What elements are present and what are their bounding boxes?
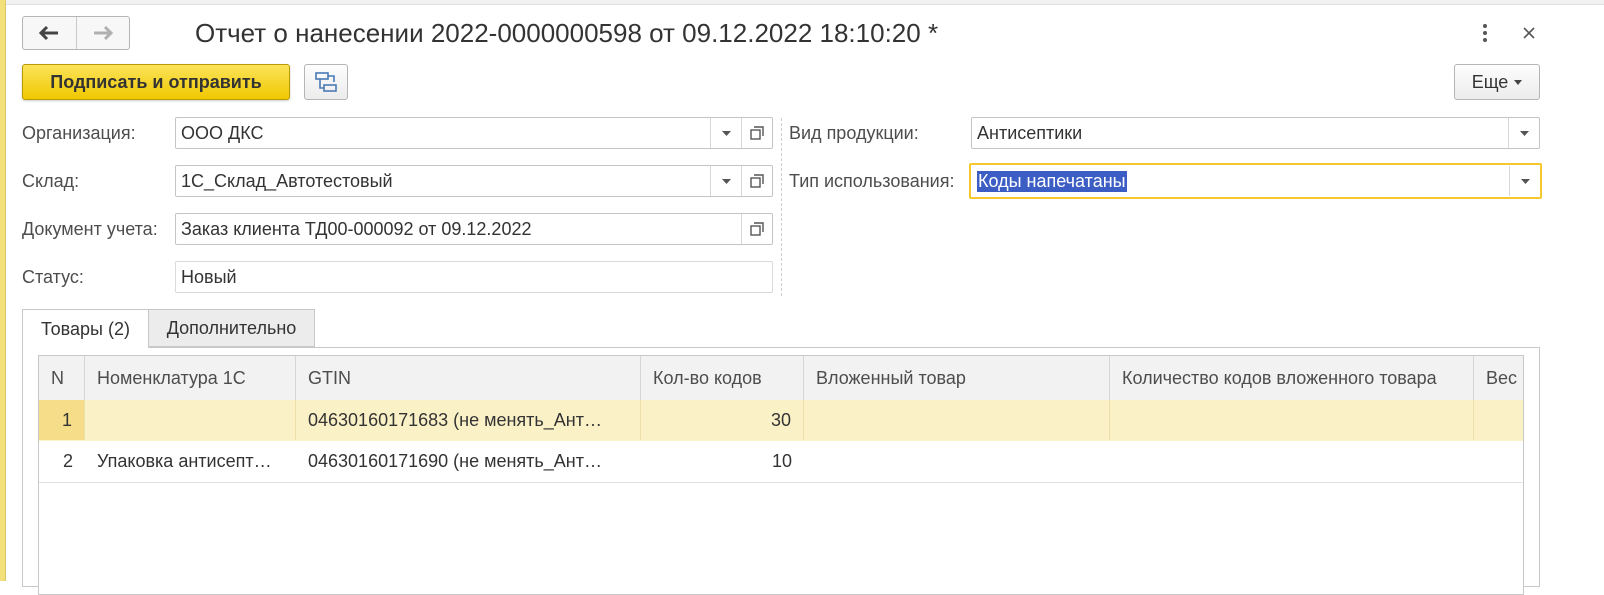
row-number: 2 — [62, 450, 73, 471]
table-row[interactable]: 2 Упаковка антисепт… 04630160171690 (не … — [39, 441, 1523, 483]
open-icon[interactable] — [741, 214, 772, 244]
open-icon[interactable] — [741, 118, 772, 148]
usage-type-field[interactable]: Коды напечатаны — [969, 163, 1542, 199]
nav-buttons — [22, 16, 130, 50]
document-value: Заказ клиента ТД00-000092 от 09.12.2022 — [181, 218, 532, 239]
warehouse-value: 1С_Склад_Автотестовый — [181, 170, 393, 191]
nomenclature-cell[interactable]: Упаковка антисепт… — [85, 441, 296, 481]
nomenclature-cell[interactable] — [85, 400, 296, 440]
back-button[interactable] — [23, 17, 76, 49]
nested-product-cell[interactable] — [804, 441, 1110, 481]
product-type-label: Вид продукции: — [789, 123, 919, 143]
usage-type-value: Коды напечатаны — [977, 170, 1127, 192]
product-type-field[interactable]: Антисептики — [971, 117, 1540, 149]
weight-cell[interactable] — [1474, 441, 1524, 481]
dropdown-icon[interactable] — [710, 118, 741, 148]
warehouse-field[interactable]: 1С_Склад_Автотестовый — [175, 165, 773, 197]
more-button[interactable]: Еще — [1454, 64, 1540, 100]
usage-type-value-wrap: Коды напечатаны — [971, 170, 1509, 192]
nested-codes-cell[interactable] — [1110, 441, 1474, 481]
document-label: Документ учета: — [22, 219, 158, 239]
table-row[interactable]: 1 04630160171683 (не менять_Ант… 30 — [39, 400, 1523, 441]
dropdown-icon[interactable] — [1509, 166, 1540, 196]
organization-field[interactable]: ООО ДКС — [175, 117, 773, 149]
top-strip — [6, 0, 1604, 5]
usage-type-label: Тип использования: — [789, 171, 955, 191]
forward-button[interactable] — [75, 17, 130, 49]
dropdown-icon[interactable] — [1508, 118, 1539, 148]
table-header: N Номенклатура 1С GTIN Кол-во кодов Влож… — [39, 356, 1523, 401]
structure-button[interactable] — [304, 64, 348, 100]
more-options-icon[interactable] — [1474, 20, 1496, 46]
codes-count-cell[interactable]: 30 — [641, 400, 804, 440]
open-icon[interactable] — [741, 166, 772, 196]
more-button-label: Еще — [1471, 71, 1509, 92]
gtin-cell[interactable]: 04630160171683 (не менять_Ант… — [296, 400, 641, 440]
product-type-value: Антисептики — [977, 122, 1083, 143]
column-header[interactable]: GTIN — [296, 356, 641, 400]
goods-table: N Номенклатура 1С GTIN Кол-во кодов Влож… — [38, 355, 1524, 595]
dropdown-icon[interactable] — [710, 166, 741, 196]
column-header[interactable]: Вес — [1474, 356, 1524, 400]
row-number: 1 — [39, 400, 85, 440]
close-icon[interactable] — [1518, 20, 1540, 46]
organization-label: Организация: — [22, 123, 136, 143]
codes-count-cell[interactable]: 10 — [641, 441, 804, 481]
arrow-right-icon — [93, 25, 113, 41]
sign-and-send-button[interactable]: Подписать и отправить — [22, 64, 290, 100]
chevron-down-icon — [1514, 79, 1523, 85]
tab-goods[interactable]: Товары (2) — [22, 309, 149, 348]
structure-icon — [315, 72, 337, 92]
window-frame-line — [5, 0, 6, 581]
weight-cell[interactable] — [1474, 400, 1524, 440]
column-header[interactable]: Кол-во кодов — [641, 356, 804, 400]
status-value: Новый — [181, 266, 237, 287]
column-separator — [781, 118, 782, 296]
nested-product-cell[interactable] — [804, 400, 1110, 440]
status-field: Новый — [175, 261, 773, 293]
column-header[interactable]: Вложенный товар — [804, 356, 1110, 400]
window-title: Отчет о нанесении 2022-0000000598 от 09.… — [195, 18, 939, 48]
organization-value: ООО ДКС — [181, 122, 264, 143]
column-header[interactable]: Количество кодов вложенного товара — [1110, 356, 1474, 400]
warehouse-label: Склад: — [22, 171, 80, 191]
column-header[interactable]: N — [39, 356, 85, 400]
arrow-left-icon — [39, 25, 59, 41]
column-header[interactable]: Номенклатура 1С — [85, 356, 296, 400]
gtin-cell[interactable]: 04630160171690 (не менять_Ант… — [296, 441, 641, 481]
nested-codes-cell[interactable] — [1110, 400, 1474, 440]
tab-additional[interactable]: Дополнительно — [149, 309, 315, 347]
status-label: Статус: — [22, 267, 84, 287]
document-field[interactable]: Заказ клиента ТД00-000092 от 09.12.2022 — [175, 213, 773, 245]
